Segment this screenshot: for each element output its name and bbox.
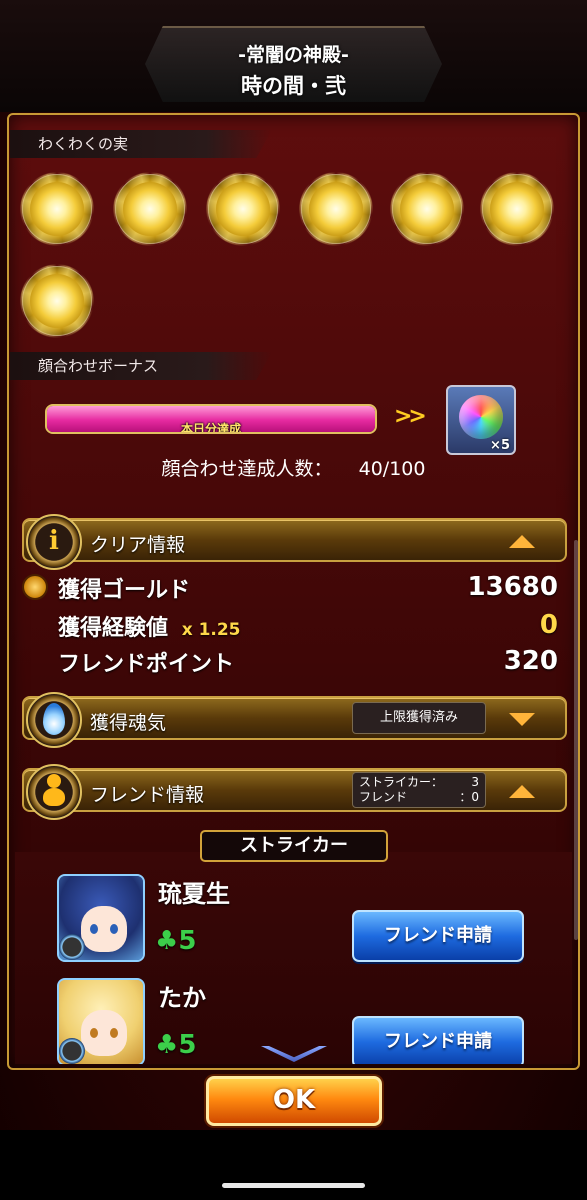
- friend-count-label: フレンド: [359, 790, 408, 804]
- gold-label: 獲得ゴールド: [58, 578, 191, 603]
- soul-limit-badge: 上限獲得済み: [352, 702, 486, 734]
- exp-row: 獲得経験値 x 1.25 0: [58, 610, 558, 642]
- clear-info-panel[interactable]: i クリア情報: [22, 514, 567, 570]
- fruit-icon: [22, 174, 92, 244]
- collapse-arrow-icon[interactable]: [509, 535, 535, 548]
- home-indicator[interactable]: [222, 1183, 365, 1188]
- friend-request-button[interactable]: フレンド申請: [352, 1016, 524, 1064]
- exp-value: 0: [539, 610, 558, 640]
- stage-subtitle: 時の間・弐: [241, 74, 346, 98]
- info-icon: i: [26, 514, 82, 570]
- exp-multiplier: x 1.25: [181, 620, 241, 640]
- friend-rank: ♣5: [155, 1030, 196, 1060]
- fruit-icon: [22, 266, 92, 336]
- fruit-icon: [115, 174, 185, 244]
- friend-rank: ♣5: [155, 926, 196, 956]
- orb-icon: [459, 395, 503, 439]
- meet-count-row: 顔合わせ達成人数： 40/100: [0, 454, 587, 481]
- striker-count-label: ストライカー：: [359, 775, 444, 789]
- friend-list: 琉夏生 ♣5 フレンド申請 たか ♣5 フレンド申請: [15, 852, 572, 1064]
- striker-count-value: 3: [471, 775, 479, 789]
- gold-value: 13680: [467, 572, 558, 602]
- clear-info-label: クリア情報: [90, 534, 186, 556]
- gold-coin-icon: [22, 574, 48, 600]
- fruit-icon: [208, 174, 278, 244]
- friend-point-row: フレンドポイント 320: [58, 646, 558, 678]
- exp-label: 獲得経験値: [58, 616, 169, 641]
- scrollbar[interactable]: [574, 540, 578, 940]
- clover-icon: ♣: [155, 926, 179, 956]
- ok-button[interactable]: OK: [206, 1076, 382, 1126]
- bonus-progress-bar: 本日分達成: [45, 404, 377, 434]
- avatar-badge-icon: [59, 1038, 85, 1064]
- friend-rank-value: 5: [178, 1030, 197, 1060]
- fruit-section-label: わくわくの実: [10, 130, 272, 158]
- bottom-bar: [0, 1130, 587, 1200]
- friend-count-value: ：0: [459, 790, 479, 804]
- header-bar: -常闇の神殿- 時の間・弐: [0, 0, 587, 112]
- stage-title: -常闇の神殿-: [238, 44, 349, 66]
- friend-name: 琉夏生: [158, 880, 230, 908]
- striker-section-title: ストライカー: [200, 830, 388, 862]
- friend-point-value: 320: [503, 646, 558, 676]
- orb-count: ×5: [490, 438, 510, 453]
- soul-info-label: 獲得魂気: [90, 712, 167, 734]
- orb-reward: ×5: [446, 385, 516, 455]
- friend-info-panel[interactable]: フレンド情報 ストライカー： 3 フレンド ：0: [22, 764, 567, 820]
- friend-info-label: フレンド情報: [90, 784, 205, 806]
- soul-flame-icon: [26, 692, 82, 748]
- expand-arrow-icon[interactable]: [509, 713, 535, 726]
- collapse-arrow-icon[interactable]: [509, 785, 535, 798]
- meet-count-label: 顔合わせ達成人数：: [161, 458, 333, 480]
- bonus-progress-text: 本日分達成: [180, 422, 241, 434]
- friend-icon: [26, 764, 82, 820]
- friend-avatar[interactable]: [57, 978, 145, 1064]
- bonus-section-label: 顔合わせボーナス: [10, 352, 272, 380]
- soul-info-panel[interactable]: 獲得魂気 上限獲得済み: [22, 692, 567, 748]
- friend-name: たか: [158, 984, 206, 1012]
- friend-point-label: フレンドポイント: [58, 652, 235, 677]
- friend-avatar[interactable]: [57, 874, 145, 962]
- friend-request-button[interactable]: フレンド申請: [352, 910, 524, 962]
- fruit-icon: [392, 174, 462, 244]
- ok-button-area: OK: [0, 1070, 587, 1130]
- double-arrow-icon: >>: [394, 404, 427, 429]
- striker-count-badge: ストライカー： 3 フレンド ：0: [352, 772, 486, 808]
- fruit-icon: [482, 174, 552, 244]
- gold-row: 獲得ゴールド 13680: [58, 572, 558, 604]
- fruit-icon: [301, 174, 371, 244]
- clover-icon: ♣: [155, 1030, 179, 1060]
- meet-count-value: 40/100: [358, 458, 426, 480]
- title-plate: -常闇の神殿- 時の間・弐: [145, 26, 442, 102]
- avatar-badge-icon: [59, 934, 85, 960]
- friend-rank-value: 5: [178, 926, 197, 956]
